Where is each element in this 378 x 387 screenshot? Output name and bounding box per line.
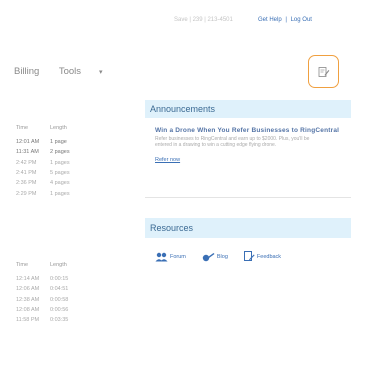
item-time: 12:06 AM xyxy=(16,286,40,293)
top-links: Get Help | Log Out xyxy=(258,17,312,23)
item-time: 12:38 AM xyxy=(16,296,40,303)
feedback-icon xyxy=(243,251,255,261)
item-time: 2:29 PM xyxy=(16,190,37,197)
col-length: Length xyxy=(50,262,67,268)
item-length: 0:03:35 xyxy=(50,317,69,324)
item-time: 11:58 PM xyxy=(16,317,40,324)
announcements-heading: Announcements xyxy=(145,100,351,118)
item-length: 0:04:51 xyxy=(50,286,69,293)
list-item[interactable]: 12:08 AM 0:00:56 xyxy=(16,305,90,315)
resource-links: Forum Blog Feedback xyxy=(145,238,351,262)
list-header: Time Length xyxy=(16,262,90,268)
forum-link[interactable]: Forum xyxy=(155,251,186,262)
resources-heading: Resources xyxy=(145,218,351,238)
blog-label: Blog xyxy=(216,253,228,260)
item-length: 2 pages xyxy=(50,149,70,156)
call-log-list: Time Length 12:14 AM 0:00:15 12:06 AM 0:04… xyxy=(16,262,90,325)
list-item[interactable]: 12:01 AM 1 page xyxy=(16,137,90,147)
list-item[interactable]: 2:29 PM 1 pages xyxy=(16,188,90,198)
nav-tools-label: Tools xyxy=(58,66,82,77)
chevron-down-icon: ▾ xyxy=(99,69,103,76)
item-length: 4 pages xyxy=(50,180,70,187)
item-time: 12:01 AM xyxy=(16,139,40,146)
feedback-label: Feedback xyxy=(256,253,282,260)
item-length: 5 pages xyxy=(50,170,70,177)
blog-icon xyxy=(202,252,215,261)
item-time: 12:14 AM xyxy=(16,276,40,283)
item-length: 0:00:56 xyxy=(50,307,69,314)
col-time: Time xyxy=(16,262,29,268)
feedback-link[interactable]: Feedback xyxy=(243,251,282,262)
list-item[interactable]: 11:58 PM 0:03:35 xyxy=(16,315,90,325)
divider xyxy=(145,197,351,198)
col-time: Time xyxy=(16,125,29,131)
log-out-link[interactable]: Log Out xyxy=(291,17,312,23)
announcement-title: Win a Drone When You Refer Businesses to… xyxy=(155,127,340,134)
item-length: 1 pages xyxy=(50,159,70,166)
list-item[interactable]: 2:42 PM 1 pages xyxy=(16,158,90,168)
list-item[interactable]: 12:06 AM 0:04:51 xyxy=(16,284,90,294)
list-item[interactable]: 2:41 PM 5 pages xyxy=(16,168,90,178)
item-time: 2:36 PM xyxy=(16,180,37,187)
list-item[interactable]: 11:31 AM 2 pages xyxy=(16,147,90,157)
forum-icon xyxy=(155,252,168,261)
list-item[interactable]: 12:38 AM 0:00:58 xyxy=(16,295,90,305)
nav-billing[interactable]: Billing xyxy=(14,66,39,77)
get-help-link[interactable]: Get Help xyxy=(258,17,282,23)
edit-note-icon xyxy=(318,66,329,77)
recent-messages-list: Time Length 12:01 AM 1 page 11:31 AM 2 pag… xyxy=(16,125,90,199)
announcement-body: Win a Drone When You Refer Businesses to… xyxy=(145,118,351,166)
col-length: Length xyxy=(50,125,67,131)
item-length: 0:00:15 xyxy=(50,276,69,283)
item-length: 0:00:58 xyxy=(50,296,69,303)
blog-link[interactable]: Blog xyxy=(202,251,228,262)
list-item[interactable]: 2:36 PM 4 pages xyxy=(16,178,90,188)
nav-tools[interactable]: Tools ▾ xyxy=(59,66,120,77)
link-separator: | xyxy=(285,17,287,23)
compose-button[interactable] xyxy=(308,55,339,88)
forum-label: Forum xyxy=(170,253,186,260)
main-nav: Billing Tools ▾ xyxy=(14,66,137,77)
top-bar: Save | 239 | 213-4501 Get Help | Log Out xyxy=(0,0,378,30)
item-time: 2:42 PM xyxy=(16,159,37,166)
list-item[interactable]: 12:14 AM 0:00:15 xyxy=(16,274,90,284)
announcements-panel: Announcements Win a Drone When You Refer… xyxy=(145,100,351,166)
list-header: Time Length xyxy=(16,125,90,131)
announcement-description: Refer businesses to RingCentral and earn… xyxy=(155,135,310,148)
item-time: 2:41 PM xyxy=(16,170,37,177)
resources-panel: Resources Forum Blog Feedback xyxy=(145,218,351,262)
item-time: 11:31 AM xyxy=(16,149,39,156)
phone-number: Save | 239 | 213-4501 xyxy=(174,17,233,23)
item-time: 12:08 AM xyxy=(16,307,40,314)
item-length: 1 pages xyxy=(50,190,70,197)
item-length: 1 page xyxy=(50,139,67,146)
refer-now-link[interactable]: Refer now xyxy=(155,157,180,163)
